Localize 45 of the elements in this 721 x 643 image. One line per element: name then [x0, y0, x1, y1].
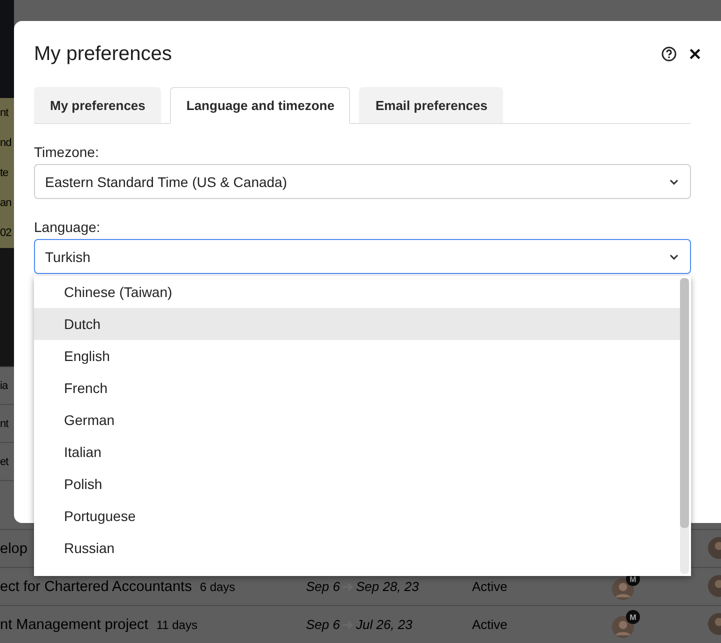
duration-text: 6 days	[200, 580, 236, 594]
help-icon	[661, 46, 677, 62]
dropdown-option[interactable]: English	[34, 340, 680, 372]
start-date: Sep 6	[306, 617, 340, 632]
dropdown-option[interactable]: German	[34, 404, 680, 436]
arrow-icon	[342, 580, 354, 592]
select-field[interactable]: Turkish	[34, 239, 691, 274]
start-date: Sep 6	[306, 579, 340, 594]
dropdown-option[interactable]: Polish	[34, 468, 680, 500]
text-fragment: nt	[0, 107, 8, 119]
status-text: Active	[472, 617, 508, 632]
text-fragment: nt	[0, 418, 8, 430]
project-name: ect for Chartered Accountants	[0, 578, 192, 594]
select-field[interactable]: Eastern Standard Time (US & Canada)	[34, 164, 691, 199]
text-fragment: an	[0, 197, 12, 209]
project-name: nt Management project	[0, 616, 148, 632]
field-label: Timezone:	[34, 144, 100, 158]
field-label: Language:	[34, 219, 102, 233]
initial-badge: M	[626, 610, 640, 624]
project-name: elop	[0, 540, 28, 556]
dropdown-option[interactable]: Italian	[34, 436, 680, 468]
text-fragment: nd	[0, 137, 12, 149]
dropdown-option[interactable]: Russian	[34, 532, 680, 564]
text-fragment: te	[0, 167, 8, 179]
text-fragment: et	[0, 456, 8, 468]
end-date: Jul 26, 23	[356, 617, 412, 632]
end-date: Sep 28, 23	[356, 579, 419, 594]
dropdown-option[interactable]: Portuguese	[34, 500, 680, 532]
avatar-icon	[612, 578, 634, 600]
dropdown-option[interactable]: French	[34, 372, 680, 404]
dialog-title: My preferences	[34, 42, 173, 66]
text-fragment: ia	[0, 380, 8, 392]
scrollbar-thumb[interactable]	[680, 278, 689, 528]
tab[interactable]: My preferences	[34, 87, 162, 123]
close-icon	[688, 47, 702, 61]
status-text: Active	[472, 579, 508, 594]
help-button[interactable]	[660, 45, 678, 63]
dropdown-option[interactable]: Dutch	[34, 308, 680, 340]
tab[interactable]: Language and timezone	[170, 87, 350, 124]
dropdown-option[interactable]: Chinese (Taiwan)	[34, 276, 680, 308]
duration-text: 11 days	[156, 618, 198, 632]
tab[interactable]: Email preferences	[359, 87, 504, 123]
avatar-icon	[612, 616, 634, 638]
scrollbar[interactable]	[680, 278, 689, 574]
text-fragment: 02	[0, 227, 12, 239]
